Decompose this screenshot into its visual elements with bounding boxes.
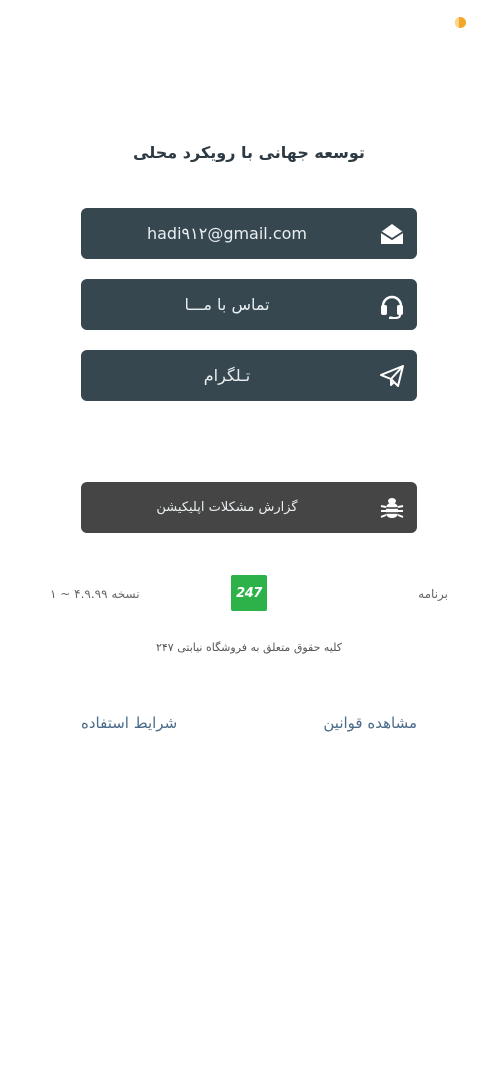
terms-of-use-link[interactable]: شرایط استفاده bbox=[81, 714, 177, 732]
bug-icon bbox=[377, 482, 407, 533]
headset-icon bbox=[377, 279, 407, 330]
status-indicator-dot bbox=[455, 17, 466, 28]
contact-us-button[interactable]: تماس با مـــا bbox=[81, 279, 417, 330]
contact-us-label: تماس با مـــا bbox=[184, 295, 270, 314]
email-label: hadi۹۱۲@gmail.com bbox=[146, 224, 308, 243]
telegram-label: تـلگرام bbox=[203, 366, 251, 385]
report-bug-label: گزارش مشکلات اپلیکیشن bbox=[156, 500, 298, 515]
telegram-button[interactable]: تـلگرام bbox=[81, 350, 417, 401]
view-rules-link[interactable]: مشاهده قوانین bbox=[323, 714, 417, 732]
page-title: توسعه جهانی با رویکرد محلی bbox=[133, 143, 365, 162]
copyright-text: کلیه حقوق متعلق به فروشگاه نیابتی ۲۴۷ bbox=[155, 641, 342, 654]
app-label: برنامه bbox=[418, 587, 448, 601]
email-button[interactable]: hadi۹۱۲@gmail.com bbox=[81, 208, 417, 259]
envelope-open-icon bbox=[377, 208, 407, 259]
version-text: نسخه ۴.۹.۹۹ ~ ۱ bbox=[50, 587, 140, 601]
report-bug-button[interactable]: گزارش مشکلات اپلیکیشن bbox=[81, 482, 417, 533]
paper-plane-icon bbox=[377, 350, 407, 401]
logo-247: 247 bbox=[231, 575, 267, 611]
